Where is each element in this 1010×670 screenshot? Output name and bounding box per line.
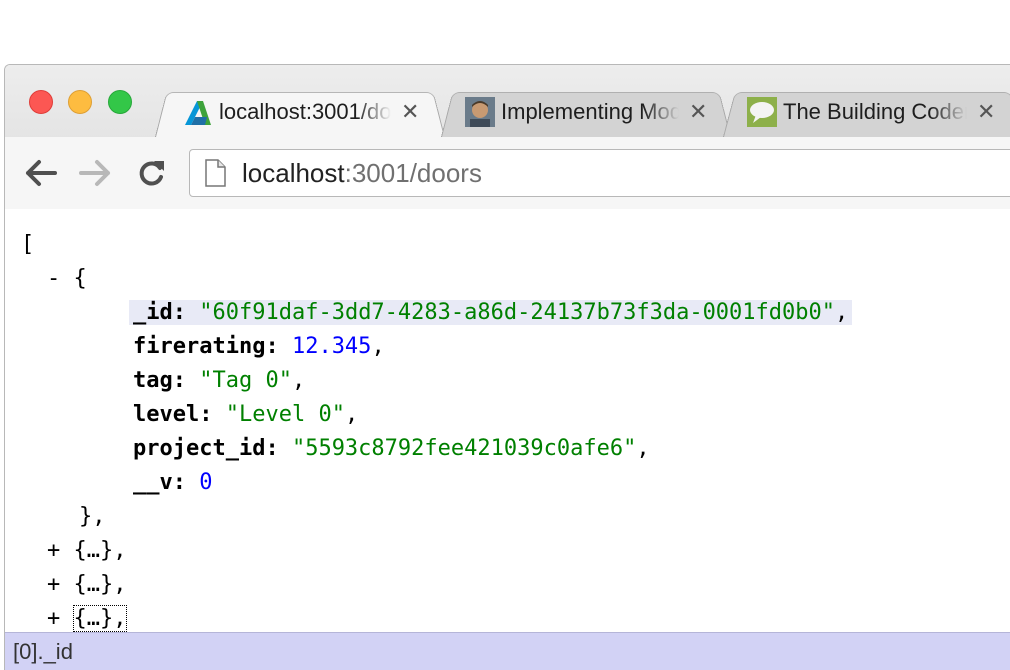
- browser-chrome: localhost:3001/doors ✕ Implementing Mode…: [5, 65, 1010, 209]
- field-row[interactable]: __v: 0: [133, 466, 213, 500]
- expand-toggle[interactable]: +: [47, 606, 60, 631]
- collapsed-item[interactable]: + {…},: [47, 534, 126, 568]
- back-arrow-icon: [26, 160, 57, 186]
- field-key: firerating: [133, 334, 266, 359]
- tab-close-icon[interactable]: ✕: [401, 99, 419, 125]
- collapsed-object[interactable]: {…},: [74, 538, 127, 563]
- avatar-photo-icon: [465, 97, 495, 127]
- tab-title: Implementing Model: [501, 99, 679, 124]
- tab-building-coder[interactable]: The Building Coder ✕: [723, 87, 1010, 137]
- tab-close-icon[interactable]: ✕: [977, 99, 995, 125]
- reload-button[interactable]: [131, 153, 171, 193]
- json-viewer: [ - { _id: "60f91daf-3dd7-4283-a86d-2413…: [5, 210, 1010, 633]
- url-path: :3001/doors: [344, 157, 482, 188]
- forward-arrow-icon: [79, 160, 110, 186]
- field-value: "Level 0": [225, 402, 345, 427]
- tab-implementing[interactable]: Implementing Model ✕: [441, 87, 731, 137]
- expand-toggle[interactable]: +: [47, 538, 60, 563]
- url-host: localhost: [242, 157, 345, 188]
- object-close-brace: },: [79, 504, 106, 529]
- collapsed-item[interactable]: + {…},: [47, 602, 128, 636]
- browser-window: localhost:3001/doors ✕ Implementing Mode…: [4, 64, 1010, 670]
- array-open-bracket: [: [21, 232, 35, 257]
- object-open-brace: {: [73, 266, 87, 291]
- tab-localhost[interactable]: localhost:3001/doors ✕: [155, 87, 445, 137]
- tab-close-icon[interactable]: ✕: [689, 99, 707, 125]
- close-window-button[interactable]: [29, 90, 53, 114]
- navigation-toolbar: localhost:3001/doors: [5, 137, 1010, 209]
- field-value: 0: [199, 470, 213, 495]
- field-value: "Tag 0": [199, 368, 292, 393]
- collapse-toggle[interactable]: -: [47, 266, 60, 291]
- expand-toggle[interactable]: +: [47, 572, 60, 597]
- highlighted-field[interactable]: _id: "60f91daf-3dd7-4283-a86d-24137b73f3…: [129, 300, 853, 325]
- address-bar[interactable]: localhost:3001/doors: [189, 149, 1010, 197]
- minimize-window-button[interactable]: [68, 90, 92, 114]
- collapsed-object[interactable]: {…},: [74, 572, 127, 597]
- collapsed-object-focused[interactable]: {…},: [72, 605, 128, 632]
- collapsed-item[interactable]: + {…},: [47, 568, 126, 602]
- field-value: 12.345: [291, 334, 372, 359]
- forward-button[interactable]: [75, 153, 115, 193]
- field-row[interactable]: level: "Level 0",: [133, 398, 358, 432]
- field-value: "5593c8792fee421039c0afe6": [291, 436, 637, 461]
- field-row[interactable]: firerating: 12.345,: [133, 330, 385, 364]
- autodesk-logo-icon: [185, 101, 211, 125]
- tab-title: localhost:3001/doors: [219, 99, 391, 124]
- item-0-header: - {: [47, 262, 87, 296]
- field-row[interactable]: _id: "60f91daf-3dd7-4283-a86d-24137b73f3…: [129, 296, 853, 330]
- field-key: level: [133, 402, 200, 427]
- reload-icon: [139, 161, 164, 186]
- field-value: "60f91daf-3dd7-4283-a86d-24137b73f3da-00…: [199, 300, 836, 325]
- field-key: project_id: [133, 436, 266, 461]
- field-key: __v: [133, 470, 173, 495]
- speech-bubble-icon: [747, 97, 777, 127]
- field-key: tag: [133, 368, 173, 393]
- maximize-window-button[interactable]: [108, 90, 132, 114]
- field-key: _id: [133, 300, 173, 325]
- field-row[interactable]: project_id: "5593c8792fee421039c0afe6",: [133, 432, 650, 466]
- url-text: localhost:3001/doors: [242, 158, 482, 189]
- tab-title: The Building Coder: [783, 99, 967, 124]
- json-path-statusbar: [0]._id: [5, 632, 1010, 670]
- back-button[interactable]: [21, 153, 61, 193]
- page-icon: [205, 159, 226, 187]
- field-row[interactable]: tag: "Tag 0",: [133, 364, 305, 398]
